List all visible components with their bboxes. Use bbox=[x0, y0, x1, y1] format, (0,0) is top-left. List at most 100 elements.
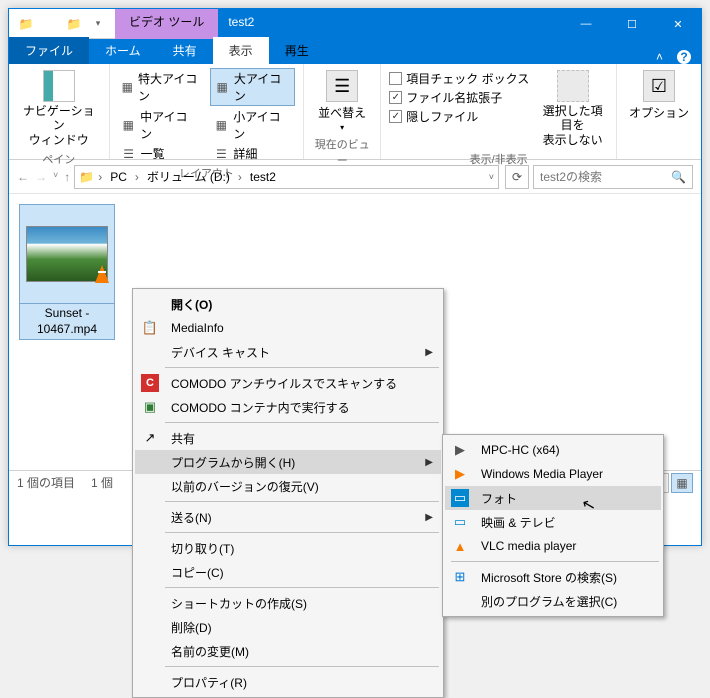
tab-view[interactable]: 表示 bbox=[213, 37, 269, 64]
item-count: 1 個の項目 bbox=[17, 474, 75, 491]
qat-dropdown-icon[interactable]: ▾ bbox=[87, 13, 109, 35]
ctx-item[interactable]: ↗共有 bbox=[135, 426, 441, 450]
nav-recent-dropdown[interactable]: ˅ bbox=[53, 170, 58, 184]
open-with-submenu: ▶MPC-HC (x64)▶Windows Media Player▭フォト▭映… bbox=[442, 434, 664, 617]
ctx-item-icon bbox=[141, 642, 159, 660]
crumb-volume[interactable]: ボリューム (D:) bbox=[143, 168, 234, 185]
qat-new-folder-icon[interactable]: 📁 bbox=[63, 13, 85, 35]
quick-access-toolbar: 📁 ☑ 📁 ▾ bbox=[9, 9, 115, 39]
submenu-item[interactable]: ▭映画 & テレビ bbox=[445, 510, 661, 534]
check-item-checkboxes[interactable]: 項目チェック ボックス bbox=[389, 70, 529, 87]
ctx-item-icon bbox=[141, 343, 159, 361]
layout-list[interactable]: ☰一覧 bbox=[118, 144, 201, 163]
contextual-tab: ビデオ ツール bbox=[115, 9, 218, 39]
submenu-item-icon: ▭ bbox=[451, 489, 469, 507]
ctx-item[interactable]: 切り取り(T) bbox=[135, 536, 441, 560]
ribbon-tabs: ファイル ホーム 共有 表示 再生 ˄ ? bbox=[9, 39, 701, 64]
ctx-item[interactable]: 📋MediaInfo bbox=[135, 316, 441, 340]
close-button[interactable]: ✕ bbox=[655, 9, 701, 39]
sort-icon: ☰ bbox=[326, 70, 358, 102]
search-icon: 🔍 bbox=[671, 170, 686, 184]
layout-extra-large[interactable]: ▦特大アイコン bbox=[118, 68, 201, 106]
ctx-item[interactable]: デバイス キャスト▶ bbox=[135, 340, 441, 364]
group-current-view: ☰ 並べ替え ▾ 現在のビュー bbox=[304, 64, 381, 159]
folder-icon: 📁 bbox=[79, 170, 94, 184]
ctx-item[interactable]: CCOMODO アンチウイルスでスキャンする bbox=[135, 371, 441, 395]
ctx-item-icon bbox=[141, 295, 159, 313]
ctx-item[interactable]: 以前のバージョンの復元(V) bbox=[135, 474, 441, 498]
ctx-item-icon bbox=[141, 673, 159, 691]
selection-count: 1 個 bbox=[91, 474, 113, 491]
ctx-item[interactable]: 名前の変更(M) bbox=[135, 639, 441, 663]
tab-file[interactable]: ファイル bbox=[9, 37, 89, 64]
help-icon[interactable]: ? bbox=[677, 50, 691, 64]
ctx-item[interactable]: 送る(N)▶ bbox=[135, 505, 441, 529]
submenu-arrow-icon: ▶ bbox=[425, 347, 433, 358]
submenu-item[interactable]: ▶Windows Media Player bbox=[445, 462, 661, 486]
ctx-item[interactable]: 削除(D) bbox=[135, 615, 441, 639]
ctx-item-icon: C bbox=[141, 374, 159, 392]
maximize-button[interactable]: ☐ bbox=[609, 9, 655, 39]
layout-large[interactable]: ▦大アイコン bbox=[210, 68, 295, 106]
ctx-item-icon bbox=[141, 539, 159, 557]
nav-back-button[interactable]: ← bbox=[17, 170, 29, 184]
ctx-item[interactable]: プロパティ(R) bbox=[135, 670, 441, 694]
ctx-item-icon: 📋 bbox=[141, 319, 159, 337]
file-item[interactable]: Sunset - 10467.mp4 bbox=[19, 204, 115, 340]
navbar: ← → ˅ ↑ 📁 › PC › ボリューム (D:) › test2 ˅ ⟳ … bbox=[9, 160, 701, 194]
submenu-item[interactable]: ▲VLC media player bbox=[445, 534, 661, 558]
nav-forward-button[interactable]: → bbox=[35, 170, 47, 184]
submenu-item-icon: ▶ bbox=[451, 465, 469, 483]
ctx-item[interactable]: プログラムから開く(H)▶ bbox=[135, 450, 441, 474]
group-layout: ▦特大アイコン ▦大アイコン ▦中アイコン ▦小アイコン ☰一覧 ☰詳細 レイア… bbox=[110, 64, 305, 159]
crumb-pc[interactable]: PC bbox=[106, 170, 131, 184]
group-options: ☑ オプション bbox=[617, 64, 701, 159]
thumbnails-view-button[interactable]: ▦ bbox=[671, 473, 693, 493]
hide-selected-button[interactable]: 選択した項目を 表示しない bbox=[537, 68, 608, 149]
options-button[interactable]: ☑ オプション bbox=[625, 68, 693, 123]
submenu-item[interactable]: ▶MPC-HC (x64) bbox=[445, 438, 661, 462]
file-thumbnail bbox=[19, 204, 115, 304]
tab-share[interactable]: 共有 bbox=[157, 37, 213, 64]
ribbon: ナビゲーション ウィンドウ ペイン ▦特大アイコン ▦大アイコン ▦中アイコン … bbox=[9, 64, 701, 160]
refresh-button[interactable]: ⟳ bbox=[505, 165, 529, 189]
submenu-item[interactable]: 別のプログラムを選択(C) bbox=[445, 589, 661, 613]
ctx-item[interactable]: コピー(C) bbox=[135, 560, 441, 584]
tab-home[interactable]: ホーム bbox=[89, 37, 157, 64]
ctx-item[interactable]: ショートカットの作成(S) bbox=[135, 591, 441, 615]
breadcrumb[interactable]: 📁 › PC › ボリューム (D:) › test2 ˅ bbox=[74, 165, 499, 189]
layout-small[interactable]: ▦小アイコン bbox=[210, 107, 295, 143]
ctx-item-icon bbox=[141, 508, 159, 526]
minimize-button[interactable]: ― bbox=[563, 9, 609, 39]
check-hidden-files[interactable]: ✓隠しファイル bbox=[389, 108, 529, 125]
hide-selected-icon bbox=[557, 70, 589, 102]
ctx-item-icon bbox=[141, 477, 159, 495]
submenu-arrow-icon: ▶ bbox=[425, 512, 433, 523]
ribbon-collapse-icon[interactable]: ˄ bbox=[656, 50, 663, 64]
options-icon: ☑ bbox=[643, 70, 675, 102]
ctx-item-icon bbox=[141, 563, 159, 581]
navigation-pane-button[interactable]: ナビゲーション ウィンドウ bbox=[17, 68, 101, 149]
ctx-item[interactable]: 開く(O) bbox=[135, 292, 441, 316]
tab-play[interactable]: 再生 bbox=[269, 37, 325, 64]
submenu-item[interactable]: ⊞Microsoft Store の検索(S) bbox=[445, 565, 661, 589]
address-dropdown-icon[interactable]: ˅ bbox=[489, 172, 494, 182]
layout-details[interactable]: ☰詳細 bbox=[210, 144, 295, 163]
submenu-item[interactable]: ▭フォト bbox=[445, 486, 661, 510]
folder-icon: 📁 bbox=[15, 13, 37, 35]
layout-medium[interactable]: ▦中アイコン bbox=[118, 107, 201, 143]
submenu-item-icon: ⊞ bbox=[451, 568, 469, 586]
file-name[interactable]: Sunset - 10467.mp4 bbox=[19, 304, 115, 340]
submenu-item-icon: ▭ bbox=[451, 513, 469, 531]
search-input[interactable]: test2の検索 🔍 bbox=[533, 165, 693, 189]
ctx-item-icon bbox=[141, 594, 159, 612]
sort-button[interactable]: ☰ 並べ替え ▾ bbox=[312, 68, 372, 134]
titlebar: 📁 ☑ 📁 ▾ ビデオ ツール test2 ― ☐ ✕ bbox=[9, 9, 701, 39]
qat-properties-icon[interactable]: ☑ bbox=[39, 13, 61, 35]
ctx-item[interactable]: ▣COMODO コンテナ内で実行する bbox=[135, 395, 441, 419]
check-file-extensions[interactable]: ✓ファイル名拡張子 bbox=[389, 89, 529, 106]
submenu-item-icon bbox=[451, 592, 469, 610]
submenu-item-icon: ▶ bbox=[451, 441, 469, 459]
nav-up-button[interactable]: ↑ bbox=[64, 170, 70, 184]
crumb-folder[interactable]: test2 bbox=[246, 170, 280, 184]
